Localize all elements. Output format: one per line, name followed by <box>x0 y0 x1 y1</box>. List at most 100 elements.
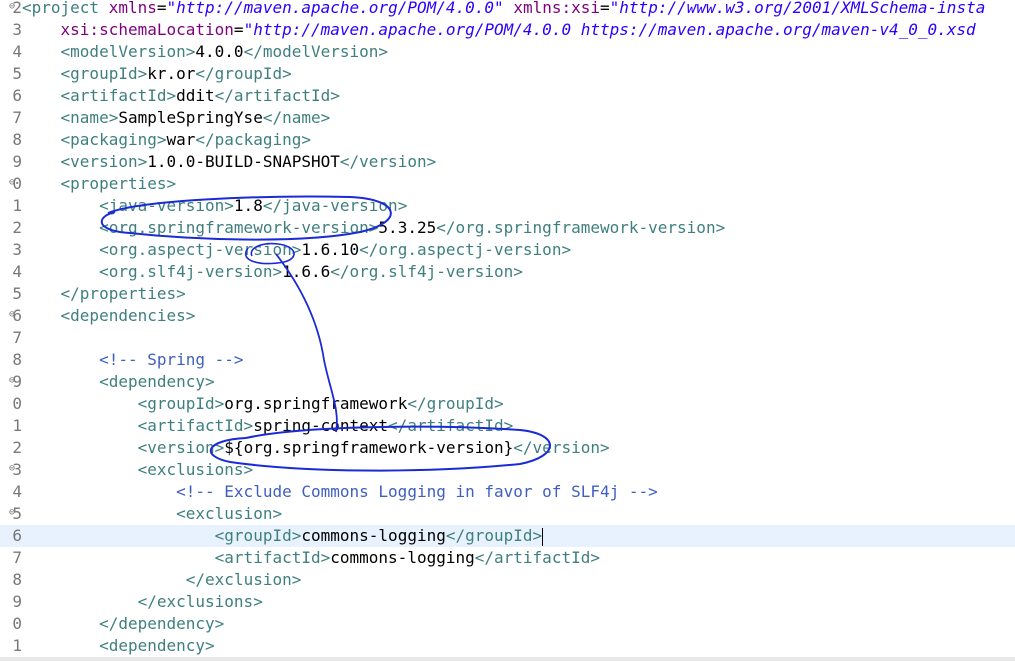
code-text: <dependencies> <box>22 305 196 327</box>
code-line[interactable]: 9 <version>1.0.0-BUILD-SNAPSHOT</version… <box>0 151 1015 173</box>
code-token: "http://maven.apache.org/POM/4.0.0" <box>166 0 504 17</box>
code-line[interactable]: 6 <groupId>commons-logging</groupId> <box>0 525 1015 547</box>
code-token: war <box>166 130 196 149</box>
line-number-text: 6 <box>12 526 22 545</box>
code-token: commons-logging <box>330 548 475 567</box>
code-token: 1.0.0-BUILD-SNAPSHOT <box>147 152 340 171</box>
code-text: <artifactId>spring-context</artifactId> <box>22 415 514 437</box>
code-token: </groupId> <box>195 64 292 83</box>
code-token: <dependencies> <box>60 306 196 325</box>
code-line[interactable]: 1 <artifactId>spring-context</artifactId… <box>0 415 1015 437</box>
code-line[interactable]: 0 ⊖ <properties> <box>0 173 1015 195</box>
line-number: 0 <box>0 613 22 635</box>
line-number: 2 <box>0 217 22 239</box>
code-token: <org.slf4j-version> <box>99 262 283 281</box>
line-number-text: 0 <box>12 614 22 633</box>
code-token: <artifactId> <box>214 548 331 567</box>
code-text: </dependency> <box>22 613 224 635</box>
line-number: 9 <box>0 591 22 613</box>
code-token: "http://maven.apache.org/POM/4.0.0 https… <box>243 20 976 39</box>
code-text: <!-- Exclude Commons Logging in favor of… <box>22 481 658 503</box>
code-text: <org.slf4j-version>1.6.6</org.slf4j-vers… <box>22 261 523 283</box>
code-line[interactable]: 5 ⊖ <exclusion> <box>0 503 1015 525</box>
code-line[interactable]: 0 </dependency> <box>0 613 1015 635</box>
code-line[interactable]: 4 <modelVersion>4.0.0</modelVersion> <box>0 41 1015 63</box>
line-number-text: 9 <box>12 592 22 611</box>
code-text: <org.aspectj-version>1.6.10</org.aspectj… <box>22 239 571 261</box>
code-line[interactable]: 8 <packaging>war</packaging> <box>0 129 1015 151</box>
code-line[interactable]: 7 <box>0 327 1015 349</box>
code-token: <org.aspectj-version> <box>99 240 302 259</box>
line-number-text: 3 <box>12 240 22 259</box>
code-token: <!-- Exclude Commons Logging in favor of… <box>176 482 658 501</box>
line-number: 0 <box>0 393 22 415</box>
code-line[interactable]: 2 <org.springframework-version>5.3.25</o… <box>0 217 1015 239</box>
collapse-minus-icon[interactable]: ⊖ <box>9 310 17 320</box>
code-line[interactable]: 3 xsi:schemaLocation="http://maven.apach… <box>0 19 1015 41</box>
code-line[interactable]: 5 <groupId>kr.or</groupId> <box>0 63 1015 85</box>
code-text: <name>SampleSpringYse</name> <box>22 107 331 129</box>
line-number-text: 9 <box>12 152 22 171</box>
code-token: 4.0.0 <box>195 42 244 61</box>
line-number-text: 5 <box>12 64 22 83</box>
code-token: </org.springframework-version> <box>436 218 726 237</box>
code-line[interactable]: 4 <org.slf4j-version>1.6.6</org.slf4j-ve… <box>0 261 1015 283</box>
code-line[interactable]: 1 <dependency> <box>0 635 1015 657</box>
code-token: </groupId> <box>407 394 504 413</box>
collapse-minus-icon[interactable]: ⊖ <box>9 508 17 518</box>
code-token: </org.aspectj-version> <box>359 240 572 259</box>
code-line[interactable]: 3 ⊖ <exclusions> <box>0 459 1015 481</box>
code-token: org.springframework <box>224 394 408 413</box>
line-number: 7 <box>0 547 22 569</box>
code-line[interactable]: 8 </exclusion> <box>0 569 1015 591</box>
line-number-text: 4 <box>12 262 22 281</box>
text-caret <box>542 527 544 546</box>
code-line[interactable]: 6 ⊖ <dependencies> <box>0 305 1015 327</box>
code-token: <org.springframework-version> <box>99 218 379 237</box>
code-line[interactable]: 3 <org.aspectj-version>1.6.10</org.aspec… <box>0 239 1015 261</box>
collapse-minus-icon[interactable]: ⊖ <box>9 2 17 12</box>
line-number: 7 <box>0 107 22 129</box>
code-token: </version> <box>339 152 437 171</box>
code-line[interactable]: 2 ⊖ <project xmlns="http://maven.apache.or… <box>0 0 1015 19</box>
code-line[interactable]: 9 ⊖ <dependency> <box>0 371 1015 393</box>
code-line[interactable]: 6 <artifactId>ddit</artifactId> <box>0 85 1015 107</box>
horizontal-scrollbar[interactable] <box>0 657 1015 661</box>
line-number-text: 2 <box>12 218 22 237</box>
line-number-text: 7 <box>12 328 22 347</box>
code-line[interactable]: 0 <groupId>org.springframework</groupId> <box>0 393 1015 415</box>
code-line[interactable]: 2 <version>${org.springframework-version… <box>0 437 1015 459</box>
line-number: 6 <box>0 525 22 547</box>
code-text: <version>1.0.0-BUILD-SNAPSHOT</version> <box>22 151 437 173</box>
code-line[interactable]: 8 <!-- Spring --> <box>0 349 1015 371</box>
code-line[interactable]: 7 <name>SampleSpringYse</name> <box>0 107 1015 129</box>
code-line[interactable]: 5 </properties> <box>0 283 1015 305</box>
code-text: <artifactId>commons-logging</artifactId> <box>22 547 600 569</box>
code-line[interactable]: 7 <artifactId>commons-logging</artifactI… <box>0 547 1015 569</box>
code-token: </packaging> <box>195 130 311 149</box>
code-token: 5.3.25 <box>378 218 437 237</box>
code-token: </dependency> <box>99 614 225 633</box>
line-number: 4 <box>0 481 22 503</box>
collapse-minus-icon[interactable]: ⊖ <box>9 464 17 474</box>
code-line[interactable]: 4 <!-- Exclude Commons Logging in favor … <box>0 481 1015 503</box>
code-token: <dependency> <box>99 636 215 655</box>
line-number: 4 <box>0 41 22 63</box>
code-line[interactable]: 9 </exclusions> <box>0 591 1015 613</box>
code-line[interactable]: 1 <java-version>1.8</java-version> <box>0 195 1015 217</box>
line-number-text: 1 <box>12 196 22 215</box>
collapse-minus-icon[interactable]: ⊖ <box>9 376 17 386</box>
code-editor[interactable]: 2 ⊖ <project xmlns="http://maven.apache.or… <box>0 0 1015 661</box>
collapse-minus-icon[interactable]: ⊖ <box>9 178 17 188</box>
code-token: </org.slf4j-version> <box>330 262 523 281</box>
code-text: <modelVersion>4.0.0</modelVersion> <box>22 41 389 63</box>
